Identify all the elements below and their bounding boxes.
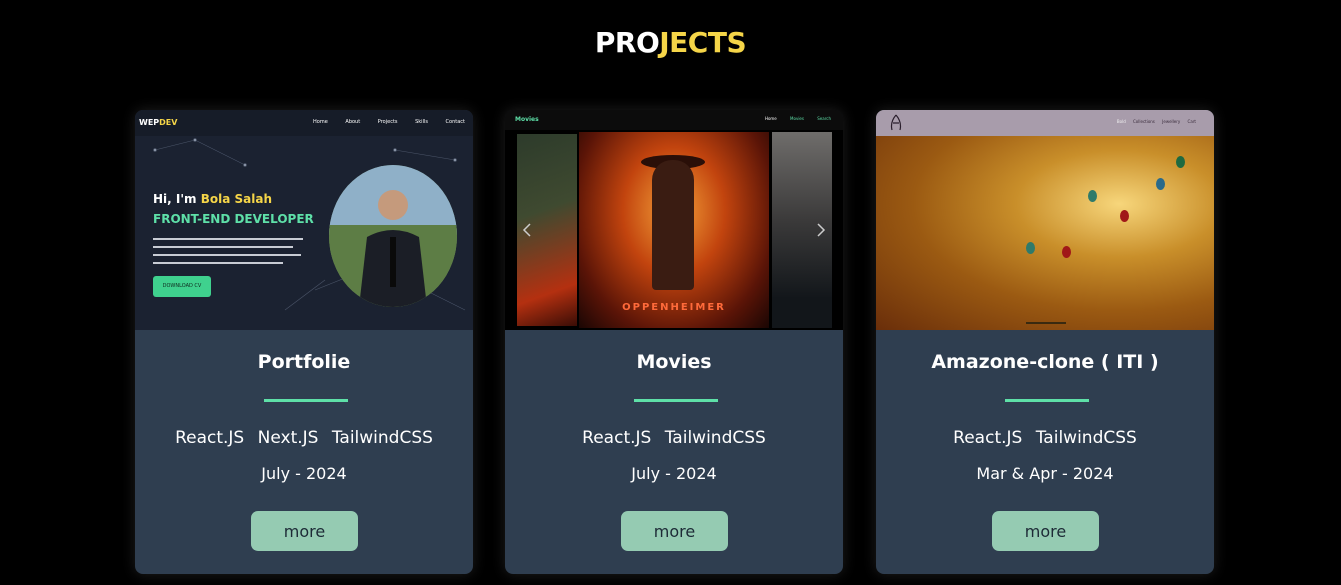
preview-brand: Movies [515, 116, 539, 123]
preview-navbar: WEPDEV Home About Projects Skills Contac… [135, 110, 473, 136]
preview-role: FRONT-END DEVELOPER [153, 212, 314, 226]
project-thumbnail-amazon-clone: Bold Collections Jewellery Cart [876, 110, 1214, 330]
title-divider [264, 399, 348, 402]
brand-logo-icon [890, 114, 902, 131]
project-card-amazon-clone: Bold Collections Jewellery Cart Amazone-… [876, 110, 1214, 574]
project-title: Portfolie [257, 351, 351, 373]
gem-decoration [1062, 246, 1071, 258]
preview-logo-b: DEV [159, 118, 178, 127]
more-button[interactable]: more [251, 511, 358, 551]
project-thumbnail-portfolio: WEPDEV Home About Projects Skills Contac… [135, 110, 473, 330]
gem-decoration [1026, 242, 1035, 254]
title-divider [1005, 399, 1089, 402]
preview-nav-skills: Skills [415, 119, 428, 125]
poster-figure-shape [652, 160, 694, 290]
section-title: PROJECTS [0, 26, 1341, 59]
more-button[interactable]: more [621, 511, 728, 551]
preview-nav-item: Bold [1116, 119, 1126, 124]
preview-nav-home: Home [764, 116, 777, 121]
preview-nav-links: Home About Projects Skills Contact [297, 119, 465, 125]
preview-nav-links: Home Movies Search [753, 116, 831, 121]
preview-nav-movies: Movies [790, 116, 804, 121]
tag: TailwindCSS [664, 428, 766, 448]
preview-greeting-text: Hi, I'm [153, 192, 201, 206]
preview-name: Bola Salah [200, 192, 272, 206]
preview-profile-photo [329, 165, 457, 307]
preview-navbar: Movies Home Movies Search [505, 110, 843, 130]
project-date: July - 2024 [631, 464, 717, 483]
preview-nav-item: Jewellery [1162, 119, 1181, 124]
preview-greeting: Hi, I'm Bola Salah [153, 192, 272, 206]
chevron-left-icon [522, 223, 531, 237]
project-tags: React.JS TailwindCSS [505, 428, 843, 448]
preview-logo: WEPDEV [139, 118, 177, 127]
gem-decoration [1176, 156, 1185, 168]
project-card-portfolio: WEPDEV Home About Projects Skills Contac… [135, 110, 473, 574]
project-card-movies: Movies Home Movies Search OPPENHEIMER Mo… [505, 110, 843, 574]
tag: TailwindCSS [1035, 428, 1137, 448]
gem-decoration [1120, 210, 1129, 222]
poster-title: OPPENHEIMER [622, 302, 726, 313]
preview-nav-search: Search [817, 116, 831, 121]
chevron-right-icon [817, 223, 826, 237]
preview-nav-contact: Contact [445, 119, 465, 125]
tag: React.JS [582, 428, 652, 448]
section-title-part2: JECTS [659, 26, 747, 59]
preview-logo-a: WEP [139, 118, 160, 127]
carousel-indicator [1026, 322, 1066, 324]
gem-decoration [1156, 178, 1165, 190]
project-tags: React.JS TailwindCSS [876, 428, 1214, 448]
preview-nav-about: About [345, 119, 361, 125]
project-tags: React.JS Next.JS TailwindCSS [135, 428, 473, 448]
preview-nav-home: Home [313, 119, 328, 125]
project-date: July - 2024 [261, 464, 347, 483]
project-date: Mar & Apr - 2024 [976, 464, 1114, 483]
preview-navbar: Bold Collections Jewellery Cart [876, 110, 1214, 136]
title-divider [634, 399, 718, 402]
preview-nav-projects: Projects [377, 119, 398, 125]
project-title: Amazone-clone ( ITI ) [931, 351, 1159, 373]
section-title-part1: PRO [594, 26, 660, 59]
project-title: Movies [636, 351, 712, 373]
person-silhouette [329, 165, 457, 307]
preview-nav-links: Bold Collections Jewellery Cart [1111, 119, 1196, 124]
preview-download-cv: DOWNLOAD CV [153, 276, 211, 297]
tag: React.JS [175, 428, 245, 448]
jewelry-image [876, 136, 1214, 330]
tag: Next.JS [257, 428, 319, 448]
preview-nav-item: Cart [1187, 119, 1196, 124]
tag: React.JS [953, 428, 1023, 448]
tag: TailwindCSS [331, 428, 433, 448]
preview-nav-item: Collections [1133, 119, 1155, 124]
gem-decoration [1088, 190, 1097, 202]
project-thumbnail-movies: Movies Home Movies Search OPPENHEIMER [505, 110, 843, 330]
more-button[interactable]: more [992, 511, 1099, 551]
